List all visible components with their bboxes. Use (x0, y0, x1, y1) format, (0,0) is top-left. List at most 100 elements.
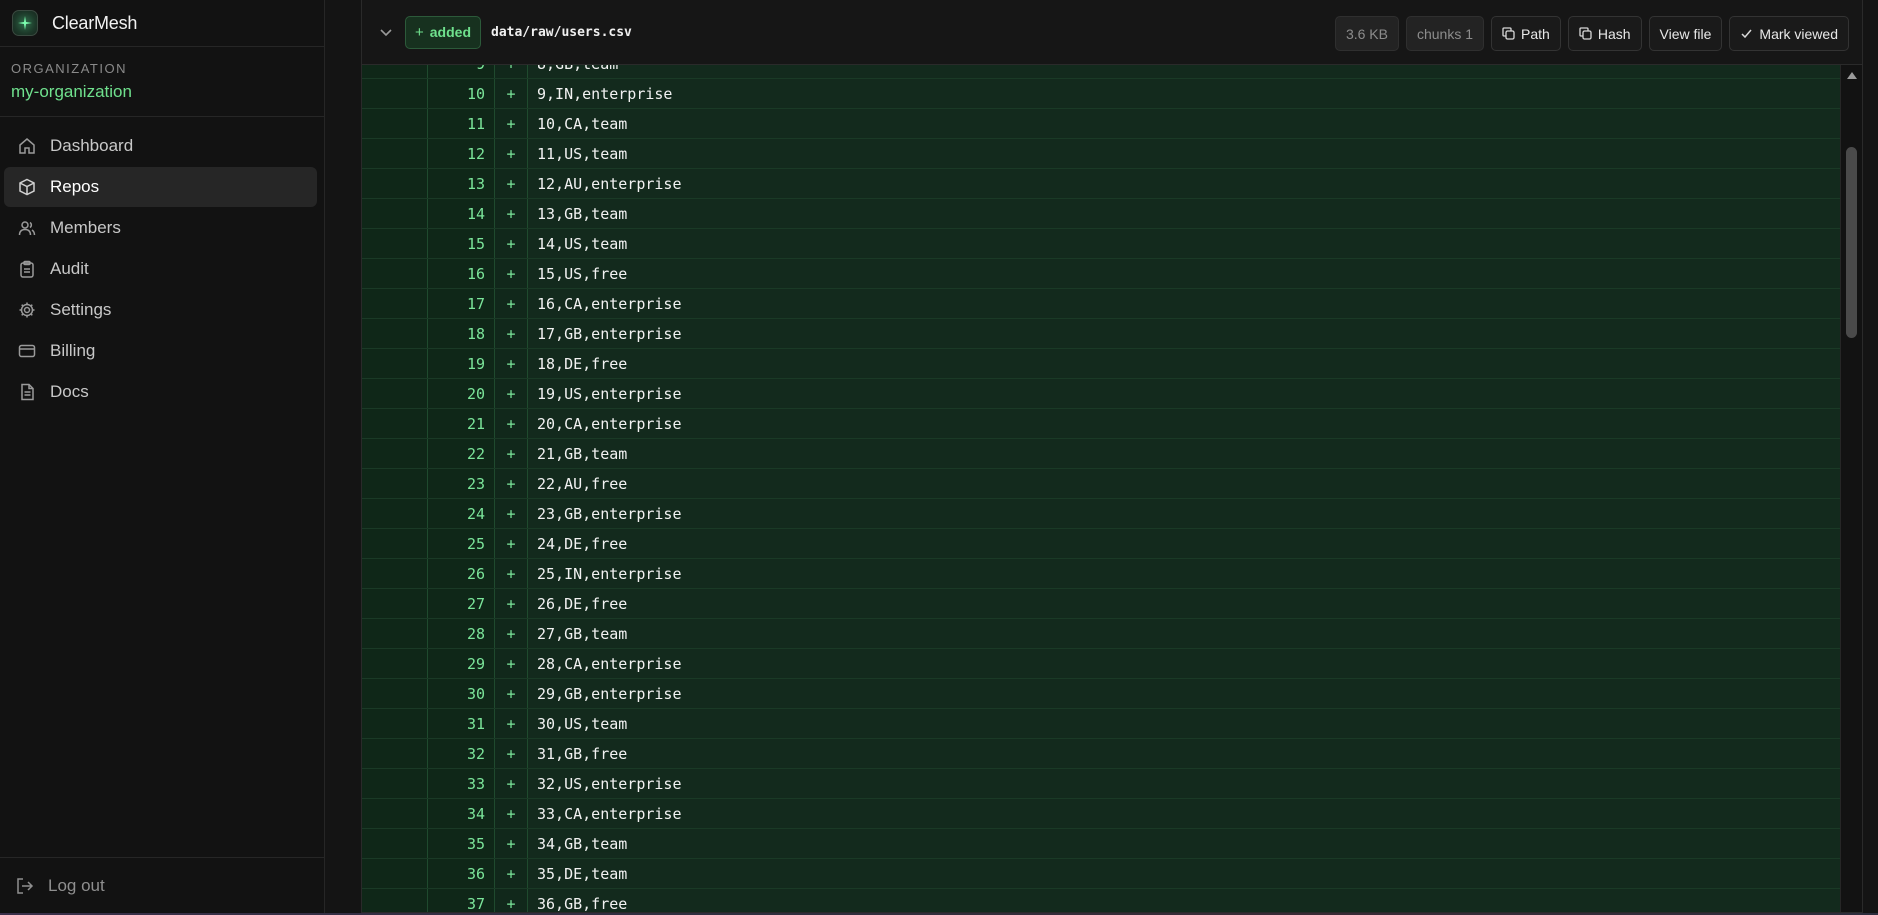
old-line-number (362, 529, 428, 558)
diff-line: 26 +25,IN,enterprise (362, 559, 1840, 589)
new-line-number: 19 (428, 349, 495, 378)
mark-viewed-button[interactable]: Mark viewed (1729, 16, 1849, 51)
old-line-number (362, 889, 428, 912)
sidebar-item-docs[interactable]: Docs (4, 372, 317, 412)
cube-icon (16, 176, 38, 198)
old-line-number (362, 169, 428, 198)
line-content: 19,US,enterprise (528, 379, 1840, 408)
copy-hash-button[interactable]: Hash (1567, 16, 1642, 51)
line-content: 20,CA,enterprise (528, 409, 1840, 438)
line-content: 9,IN,enterprise (528, 79, 1840, 108)
new-line-number: 18 (428, 319, 495, 348)
scroll-thumb[interactable] (1846, 147, 1857, 338)
added-marker: + (495, 259, 528, 288)
new-line-number: 10 (428, 79, 495, 108)
new-line-number: 24 (428, 499, 495, 528)
sidebar-item-label: Audit (50, 259, 89, 278)
old-line-number (362, 379, 428, 408)
mark-viewed-label: Mark viewed (1759, 25, 1838, 42)
file-status-badge: + added (405, 15, 481, 49)
line-content: 15,US,free (528, 259, 1840, 288)
diff-line: 21 +20,CA,enterprise (362, 409, 1840, 439)
line-content: 30,US,team (528, 709, 1840, 738)
old-line-number (362, 139, 428, 168)
sidebar-item-settings[interactable]: Settings (4, 290, 317, 330)
org-switcher[interactable]: ORGANIZATION my-organization (0, 47, 324, 117)
old-line-number (362, 559, 428, 588)
sidebar-item-label: Members (50, 218, 121, 237)
added-marker: + (495, 829, 528, 858)
check-icon (1740, 27, 1753, 40)
new-line-number: 37 (428, 889, 495, 912)
scroll-up-arrow-icon[interactable] (1847, 72, 1857, 79)
added-marker: + (495, 409, 528, 438)
line-content: 27,GB,team (528, 619, 1840, 648)
line-content: 35,DE,team (528, 859, 1840, 888)
added-marker: + (495, 769, 528, 798)
chunks-badge: chunks 1 (1405, 16, 1485, 51)
added-marker: + (495, 439, 528, 468)
home-icon (16, 135, 38, 157)
sidebar-item-label: Repos (50, 177, 100, 196)
old-line-number (362, 439, 428, 468)
old-line-number (362, 79, 428, 108)
old-line-number (362, 65, 428, 78)
new-line-number: 29 (428, 649, 495, 678)
vertical-scrollbar[interactable] (1840, 65, 1862, 912)
file-diff-header: + added data/raw/users.csv 3.6 KB chunks… (362, 0, 1862, 65)
sidebar: ClearMesh ORGANIZATION my-organization D… (0, 0, 325, 913)
new-line-number: 34 (428, 799, 495, 828)
old-line-number (362, 709, 428, 738)
diff-line: 17 +16,CA,enterprise (362, 289, 1840, 319)
line-content: 34,GB,team (528, 829, 1840, 858)
sidebar-item-billing[interactable]: Billing (4, 331, 317, 371)
diff-line: 27 +26,DE,free (362, 589, 1840, 619)
line-content: 16,CA,enterprise (528, 289, 1840, 318)
old-line-number (362, 679, 428, 708)
sidebar-item-audit[interactable]: Audit (4, 249, 317, 289)
diff-line: 34 +33,CA,enterprise (362, 799, 1840, 829)
line-content: 8,GB,team (528, 65, 1840, 78)
logout-icon (15, 875, 37, 897)
added-marker: + (495, 499, 528, 528)
diff-line: 15 +14,US,team (362, 229, 1840, 259)
view-file-button[interactable]: View file (1648, 16, 1723, 51)
collapse-chevron-icon[interactable] (376, 22, 396, 42)
old-line-number (362, 229, 428, 258)
added-marker: + (495, 619, 528, 648)
diff-line: 20 +19,US,enterprise (362, 379, 1840, 409)
old-line-number (362, 859, 428, 888)
added-marker: + (495, 289, 528, 318)
old-line-number (362, 499, 428, 528)
line-content: 32,US,enterprise (528, 769, 1840, 798)
new-line-number: 35 (428, 829, 495, 858)
added-marker: + (495, 139, 528, 168)
new-line-number: 21 (428, 409, 495, 438)
sidebar-item-dashboard[interactable]: Dashboard (4, 126, 317, 166)
line-content: 23,GB,enterprise (528, 499, 1840, 528)
new-line-number: 28 (428, 619, 495, 648)
sidebar-item-repos[interactable]: Repos (4, 167, 317, 207)
line-content: 17,GB,enterprise (528, 319, 1840, 348)
copy-icon (1502, 27, 1515, 40)
added-marker: + (495, 709, 528, 738)
new-line-number: 32 (428, 739, 495, 768)
diff-line: 11 +10,CA,team (362, 109, 1840, 139)
diff-line: 35 +34,GB,team (362, 829, 1840, 859)
added-marker: + (495, 109, 528, 138)
added-marker: + (495, 79, 528, 108)
plus-icon: + (415, 23, 424, 41)
copy-path-button[interactable]: Path (1491, 16, 1561, 51)
added-marker: + (495, 559, 528, 588)
logout-button[interactable]: Log out (0, 857, 324, 913)
added-marker: + (495, 739, 528, 768)
old-line-number (362, 109, 428, 138)
old-line-number (362, 769, 428, 798)
diff-line: 12 +11,US,team (362, 139, 1840, 169)
added-marker: + (495, 589, 528, 618)
sidebar-item-members[interactable]: Members (4, 208, 317, 248)
line-content: 21,GB,team (528, 439, 1840, 468)
users-icon (16, 217, 38, 239)
brand[interactable]: ClearMesh (0, 0, 324, 47)
copy-icon (1579, 27, 1592, 40)
